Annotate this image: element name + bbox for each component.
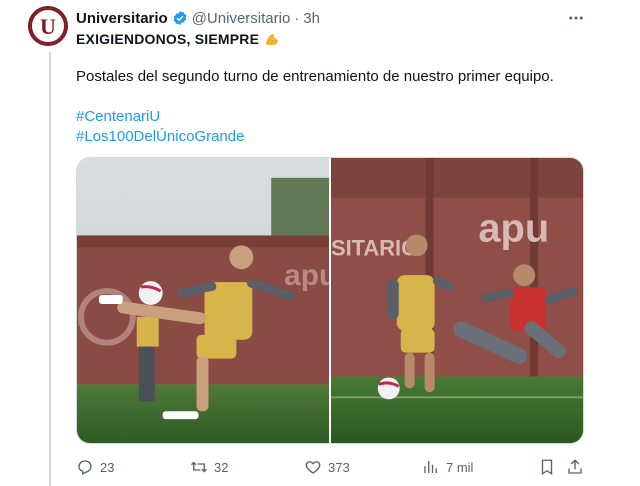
wall-lettering: apu xyxy=(284,259,329,292)
thread-line xyxy=(49,52,51,486)
hashtag-link[interactable]: #Los100DelÚnicoGrande xyxy=(76,128,244,145)
wall-lettering: SITARIO xyxy=(331,235,418,260)
author-handle[interactable]: @Universitario xyxy=(192,10,291,27)
tweet-card[interactable]: U Universitario @Universitario · 3h EXIG… xyxy=(0,0,640,486)
universitario-logo: U xyxy=(30,8,66,44)
flexed-biceps-emoji xyxy=(263,30,281,48)
views-count: 7 mil xyxy=(446,459,474,475)
headline-text: EXIGIENDONOS, SIEMPRE xyxy=(76,31,260,47)
like-button[interactable]: 373 xyxy=(304,456,350,478)
like-count: 373 xyxy=(328,459,350,475)
verified-badge-icon xyxy=(172,10,188,26)
media-grid: apu SITARIO apu xyxy=(76,157,584,444)
more-options-icon[interactable] xyxy=(564,6,588,30)
share-icon xyxy=(568,459,582,474)
tweet-text: Postales del segundo turno de entrenamie… xyxy=(76,68,554,85)
retweet-button[interactable]: 32 xyxy=(190,456,228,478)
reply-count: 23 xyxy=(100,459,115,475)
reply-button[interactable]: 23 xyxy=(76,456,114,478)
hashtag-link[interactable]: #CentenariU xyxy=(76,108,160,125)
retweet-icon xyxy=(191,461,207,473)
tweet-header: Universitario @Universitario · 3h xyxy=(76,8,584,28)
views-chart-icon xyxy=(424,461,437,473)
author-name[interactable]: Universitario xyxy=(76,10,168,27)
avatar[interactable]: U xyxy=(28,6,68,46)
wall-lettering: apu xyxy=(478,206,549,250)
tweet-headline: EXIGIENDONOS, SIEMPRE xyxy=(76,30,281,48)
training-photo[interactable]: apu xyxy=(77,158,329,443)
reply-icon xyxy=(78,460,92,475)
svg-text:U: U xyxy=(40,14,56,39)
bookmark-button[interactable] xyxy=(538,456,562,478)
views-button[interactable]: 7 mil xyxy=(422,456,473,478)
tweet-actions: 23 32 373 7 mil xyxy=(76,456,588,478)
retweet-count: 32 xyxy=(214,459,229,475)
bookmark-icon xyxy=(541,459,553,476)
tweet-time[interactable]: 3h xyxy=(303,10,320,27)
separator-dot: · xyxy=(294,9,300,27)
heart-icon xyxy=(305,461,321,474)
training-photo[interactable]: SITARIO apu xyxy=(331,158,583,443)
share-button[interactable] xyxy=(566,456,590,478)
